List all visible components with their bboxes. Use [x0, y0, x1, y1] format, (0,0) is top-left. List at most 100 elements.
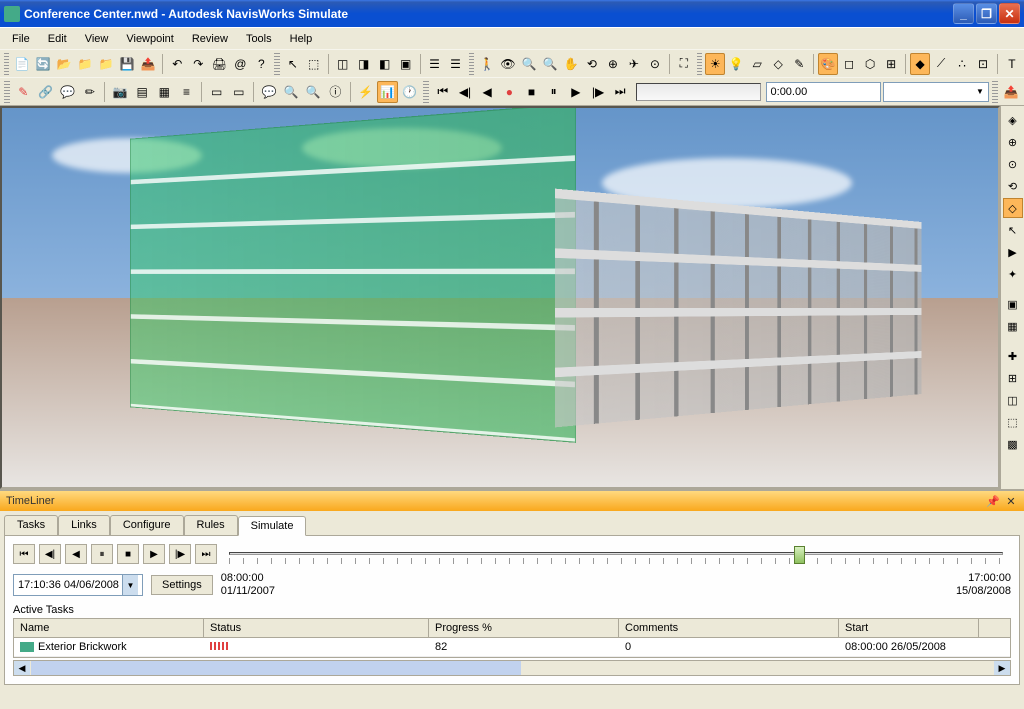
tree-icon[interactable]: ☰ — [425, 53, 445, 75]
toolbar-grip[interactable] — [274, 53, 279, 75]
hidden-line-icon[interactable]: ◇ — [768, 53, 788, 75]
camera-icon[interactable]: 📷 — [109, 81, 130, 103]
search-icon[interactable]: 🔍 — [281, 81, 302, 103]
zoom-all-icon[interactable]: ⛶ — [674, 53, 694, 75]
comment-icon[interactable]: 💬 — [57, 81, 78, 103]
clash-icon[interactable]: ⚡ — [355, 81, 376, 103]
pin-icon[interactable]: 📌 — [986, 494, 1000, 508]
column-progress[interactable]: Progress % — [429, 619, 619, 637]
side-gizmo-icon[interactable]: ✦ — [1003, 264, 1023, 284]
text-icon[interactable]: T — [1002, 53, 1022, 75]
zoom-icon[interactable]: 🔍 — [519, 53, 539, 75]
append-icon[interactable]: 📁 — [96, 53, 116, 75]
simulation-slider[interactable] — [229, 544, 1003, 564]
sim-step-forward-icon[interactable]: |▶ — [169, 544, 191, 564]
sim-play-icon[interactable]: ▶ — [143, 544, 165, 564]
side-walk-icon[interactable]: ▶ — [1003, 242, 1023, 262]
side-tool-5-icon[interactable]: ▩ — [1003, 434, 1023, 454]
pan-icon[interactable]: ✋ — [561, 53, 581, 75]
tab-simulate[interactable]: Simulate — [238, 516, 307, 536]
sim-step-back-icon[interactable]: ◀| — [39, 544, 61, 564]
quick-find-icon[interactable]: 🔍 — [303, 81, 324, 103]
side-timeliner-icon[interactable]: ▦ — [1003, 316, 1023, 336]
stop-icon[interactable]: ■ — [521, 81, 542, 103]
open-icon[interactable]: 📂 — [54, 53, 74, 75]
render-icon[interactable]: 💡 — [726, 53, 746, 75]
link-icon[interactable]: 🔗 — [35, 81, 56, 103]
playback-slider[interactable] — [636, 83, 761, 101]
side-tool-4-icon[interactable]: ⬚ — [1003, 412, 1023, 432]
fly-icon[interactable]: ✈ — [624, 53, 644, 75]
toolbar-grip[interactable] — [423, 81, 429, 103]
sim-stop-icon[interactable]: ■ — [117, 544, 139, 564]
forward-end-icon[interactable]: ⏭ — [610, 81, 631, 103]
layers-icon[interactable]: ≡ — [176, 81, 197, 103]
perspective-icon[interactable]: ◆ — [910, 53, 930, 75]
animation-dropdown[interactable]: ▼ — [883, 82, 989, 102]
redline-icon[interactable]: ∴ — [952, 53, 972, 75]
toolbar-grip[interactable] — [697, 53, 702, 75]
side-tool-1-icon[interactable]: ✚ — [1003, 346, 1023, 366]
zoom-box-icon[interactable]: 🔍 — [540, 53, 560, 75]
menu-help[interactable]: Help — [282, 31, 321, 47]
scroll-right-icon[interactable]: ▶ — [994, 661, 1010, 675]
sets-icon[interactable]: ▦ — [154, 81, 175, 103]
select-icon[interactable]: ↖ — [283, 53, 303, 75]
sheets-icon[interactable]: ▤ — [132, 81, 153, 103]
panel-close-icon[interactable]: ✕ — [1004, 494, 1018, 508]
tab-tasks[interactable]: Tasks — [4, 515, 58, 535]
side-tool-2-icon[interactable]: ⊞ — [1003, 368, 1023, 388]
column-name[interactable]: Name — [14, 619, 204, 637]
rewind-icon[interactable]: ⏮ — [432, 81, 453, 103]
menu-review[interactable]: Review — [184, 31, 236, 47]
menu-file[interactable]: File — [4, 31, 38, 47]
horizontal-scrollbar[interactable]: ◀ ▶ — [13, 660, 1011, 676]
viewpoints-icon[interactable]: ▭ — [206, 81, 227, 103]
new-icon[interactable]: 📄 — [12, 53, 32, 75]
tab-rules[interactable]: Rules — [184, 515, 238, 535]
column-start[interactable]: Start — [839, 619, 979, 637]
animations-icon[interactable]: ▭ — [228, 81, 249, 103]
wireframe-icon[interactable]: ▱ — [747, 53, 767, 75]
side-rotate-icon[interactable]: ⟲ — [1003, 176, 1023, 196]
hide-icon[interactable]: ◫ — [333, 53, 353, 75]
export-icon[interactable]: 📤 — [1001, 81, 1022, 103]
lights-icon[interactable]: ☀ — [705, 53, 725, 75]
step-forward-icon[interactable]: |▶ — [587, 81, 608, 103]
find-comment-icon[interactable]: 💬 — [258, 81, 279, 103]
shaded-icon[interactable]: ✎ — [789, 53, 809, 75]
scroll-thumb[interactable] — [31, 661, 521, 675]
scroll-left-icon[interactable]: ◀ — [14, 661, 30, 675]
step-back-icon[interactable]: ◀| — [454, 81, 475, 103]
info-icon[interactable]: ⓘ — [325, 81, 346, 103]
unhide-icon[interactable]: ▣ — [396, 53, 416, 75]
print-icon[interactable]: 🖨 — [209, 53, 229, 75]
toolbar-grip[interactable] — [469, 53, 474, 75]
redo-icon[interactable]: ↷ — [188, 53, 208, 75]
undo-icon[interactable]: ↶ — [167, 53, 187, 75]
merge-icon[interactable]: 📁 — [75, 53, 95, 75]
tab-links[interactable]: Links — [58, 515, 110, 535]
current-datetime-input[interactable]: 17:10:36 04/06/2008 ▼ — [13, 574, 143, 596]
menu-view[interactable]: View — [77, 31, 117, 47]
column-status[interactable]: Status — [204, 619, 429, 637]
maximize-button[interactable]: ❐ — [976, 3, 997, 24]
settings-button[interactable]: Settings — [151, 575, 213, 595]
full-render-icon[interactable]: 🎨 — [818, 53, 838, 75]
sim-rewind-icon[interactable]: ⏮ — [13, 544, 35, 564]
walk-icon[interactable]: 🚶 — [477, 53, 497, 75]
tab-configure[interactable]: Configure — [110, 515, 184, 535]
pause-icon[interactable]: ⏸ — [543, 81, 564, 103]
clock-icon[interactable]: 🕐 — [399, 81, 420, 103]
examine-icon[interactable]: ⊕ — [603, 53, 623, 75]
playback-time-display[interactable]: 0:00.00 — [766, 82, 881, 102]
hide-unselected-icon[interactable]: ◧ — [375, 53, 395, 75]
sim-reverse-icon[interactable]: ◀ — [65, 544, 87, 564]
require-icon[interactable]: ◨ — [354, 53, 374, 75]
help-icon[interactable]: ? — [251, 53, 271, 75]
side-orbit-icon[interactable]: ◇ — [1003, 198, 1023, 218]
table-row[interactable]: Exterior Brickwork 82 0 08:00:00 26/05/2… — [14, 638, 1010, 657]
side-select-icon[interactable]: ↖ — [1003, 220, 1023, 240]
side-clash-icon[interactable]: ▣ — [1003, 294, 1023, 314]
minimize-button[interactable]: _ — [953, 3, 974, 24]
